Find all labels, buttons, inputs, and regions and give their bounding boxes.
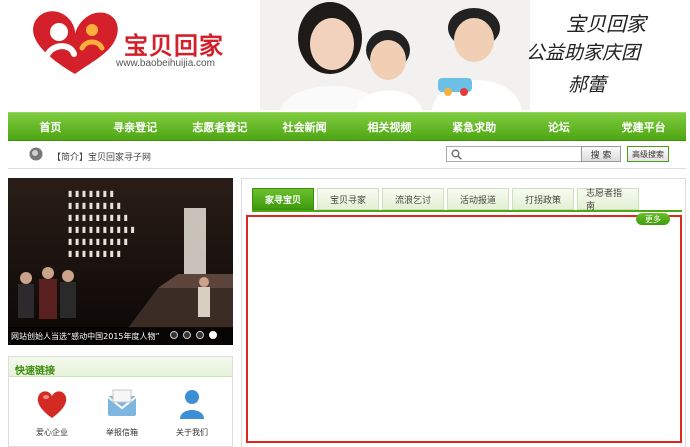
svg-text:▮ ▮ ▮ ▮ ▮ ▮ ▮ ▮: ▮ ▮ ▮ ▮ ▮ ▮ ▮ ▮ [68, 201, 121, 210]
slide-dot-3[interactable] [196, 331, 204, 339]
svg-text:▮ ▮ ▮ ▮ ▮ ▮ ▮ ▮ ▮: ▮ ▮ ▮ ▮ ▮ ▮ ▮ ▮ ▮ [68, 237, 128, 246]
speaker-icon [29, 147, 43, 161]
slide-caption-bar: 网站创始人当选“感动中国2015年度人物” [8, 327, 233, 345]
tab-bar: 家寻宝贝 宝贝寻家 流浪乞讨 活动报道 打拐政策 志愿者指南 [252, 188, 639, 212]
tab-anti-trafficking-policy[interactable]: 打拐政策 [512, 188, 574, 210]
logo-url: www.baobeihuijia.com [116, 58, 215, 69]
logo-heart-icon [33, 11, 118, 74]
tab-event-reports[interactable]: 活动报道 [447, 188, 509, 210]
quick-link-label: 关于我们 [176, 428, 208, 437]
nav-item-party-platform[interactable]: 党建平台 [601, 113, 686, 140]
slide-dot-4[interactable] [209, 331, 217, 339]
slogan-line-3: 郝蕾 [568, 74, 607, 96]
site-intro-notice[interactable]: 【简介】宝贝回家寻子网 [52, 150, 151, 163]
tab-content-area [246, 215, 682, 443]
quick-link-label: 举报信箱 [106, 428, 138, 437]
quick-link-about-us[interactable]: 关于我们 [157, 387, 227, 443]
heart-icon [37, 391, 67, 418]
slogan-line-2: 公益助家庆团 [526, 42, 641, 64]
search-box [446, 146, 582, 162]
svg-text:▮ ▮ ▮ ▮ ▮ ▮ ▮ ▮ ▮ ▮: ▮ ▮ ▮ ▮ ▮ ▮ ▮ ▮ ▮ ▮ [68, 225, 135, 234]
quick-links-title: 快速链接 [15, 366, 55, 377]
quick-link-report-mailbox[interactable]: 举报信箱 [87, 387, 157, 443]
slide-image: ▮ ▮ ▮ ▮ ▮ ▮ ▮ ▮ ▮ ▮ ▮ ▮ ▮ ▮ ▮ ▮ ▮ ▮ ▮ ▮ … [8, 178, 233, 328]
celebrity-slogan: 宝贝回家 公益助家庆团 郝蕾 [520, 8, 680, 108]
nav-item-home[interactable]: 首页 [8, 113, 93, 140]
slide-dot-2[interactable] [183, 331, 191, 339]
nav-item-forum[interactable]: 论坛 [517, 113, 602, 140]
nav-item-social-news[interactable]: 社会新闻 [262, 113, 347, 140]
featured-slideshow[interactable]: ▮ ▮ ▮ ▮ ▮ ▮ ▮ ▮ ▮ ▮ ▮ ▮ ▮ ▮ ▮ ▮ ▮ ▮ ▮ ▮ … [8, 178, 233, 345]
info-bar: 【简介】宝贝回家寻子网 搜 索 高级搜索 [8, 142, 686, 169]
svg-text:▮ ▮ ▮ ▮ ▮ ▮ ▮: ▮ ▮ ▮ ▮ ▮ ▮ ▮ [68, 189, 114, 198]
user-icon [180, 390, 204, 419]
nav-item-register-family[interactable]: 寻亲登记 [93, 113, 178, 140]
main-nav: 首页 寻亲登记 志愿者登记 社会新闻 相关视频 紧急求助 论坛 党建平台 [8, 112, 686, 141]
nav-item-videos[interactable]: 相关视频 [347, 113, 432, 140]
slogan-line-1: 宝贝回家 [566, 12, 646, 36]
svg-text:▮ ▮ ▮ ▮ ▮ ▮ ▮ ▮: ▮ ▮ ▮ ▮ ▮ ▮ ▮ ▮ [68, 249, 121, 258]
slide-caption[interactable]: 网站创始人当选“感动中国2015年度人物” [11, 331, 160, 342]
tab-family-seeking-child[interactable]: 家寻宝贝 [252, 188, 314, 210]
nav-item-volunteer-register[interactable]: 志愿者登记 [178, 113, 263, 140]
quick-links-header: 快速链接 [9, 357, 232, 377]
svg-text:▮ ▮ ▮ ▮ ▮ ▮ ▮ ▮ ▮: ▮ ▮ ▮ ▮ ▮ ▮ ▮ ▮ ▮ [68, 213, 128, 222]
search-icon [451, 149, 462, 160]
tab-underline [252, 210, 682, 212]
site-header: 宝贝回家 www.baobeihuijia.com 宝贝回家 公益助家庆团 郝蕾 [0, 0, 690, 110]
tab-child-seeking-family[interactable]: 宝贝寻家 [317, 188, 379, 210]
tab-volunteer-guide[interactable]: 志愿者指南 [577, 188, 639, 212]
logo-title: 宝贝回家 [124, 32, 224, 60]
news-tabs-panel: 家寻宝贝 宝贝寻家 流浪乞讨 活动报道 打拐政策 志愿者指南 更多 [241, 178, 686, 447]
site-logo[interactable]: 宝贝回家 www.baobeihuijia.com [28, 8, 248, 78]
mail-icon [107, 389, 137, 416]
quick-link-label: 爱心企业 [36, 428, 68, 437]
slide-pagination [170, 331, 217, 339]
nav-item-emergency[interactable]: 紧急求助 [432, 113, 517, 140]
slide-dot-1[interactable] [170, 331, 178, 339]
search-button[interactable]: 搜 索 [581, 146, 621, 162]
banner-family-photo [260, 0, 530, 110]
quick-links-panel: 快速链接 爱心企业 举报信箱 关于我们 [8, 356, 233, 447]
search-input[interactable] [465, 148, 577, 160]
quick-link-charity[interactable]: 爱心企业 [17, 387, 87, 443]
advanced-search-button[interactable]: 高级搜索 [627, 146, 669, 162]
tab-street-begging[interactable]: 流浪乞讨 [382, 188, 444, 210]
more-button[interactable]: 更多 [636, 213, 670, 225]
